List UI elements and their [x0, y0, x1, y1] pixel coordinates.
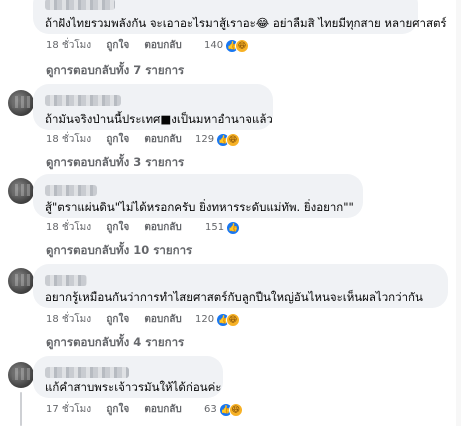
view-replies-link[interactable]: ดูการตอบกลับทั้ง 10 รายการ — [46, 242, 192, 260]
like-button[interactable]: ถูกใจ — [106, 222, 129, 233]
view-replies-link[interactable]: ดูการตอบกลับทั้ง 7 รายการ — [46, 62, 184, 80]
like-icon: 👍 — [226, 221, 241, 235]
scrollbar[interactable] — [456, 0, 461, 426]
reply-button[interactable]: ตอบกลับ — [144, 134, 181, 145]
view-replies-link[interactable]: ดูการตอบกลับทั้ง 3 รายการ — [46, 154, 184, 172]
comment-text: แก้คำสาบพระเจ้าวรมันให้ได้ก่อนค่ะ — [45, 380, 222, 394]
comment-meta: 18 ชั่วโมง ถูกใจ ตอบกลับ — [46, 132, 194, 148]
comment-bubble: สู้"ตราแผ่นดิน"ไม่ได้หรอกครับ ยิ่งทหารระ… — [33, 174, 363, 218]
comment-meta: 18 ชั่วโมง ถูกใจ ตอบกลับ — [46, 38, 194, 54]
reaction-count: 151 — [205, 222, 225, 233]
avatar[interactable] — [8, 178, 34, 204]
comment-time[interactable]: 18 ชั่วโมง — [46, 40, 91, 51]
like-button[interactable]: ถูกใจ — [106, 404, 129, 415]
commenter-name[interactable] — [45, 91, 261, 106]
reply-button[interactable]: ตอบกลับ — [144, 40, 181, 51]
avatar[interactable] — [8, 268, 34, 294]
commenter-name[interactable] — [45, 363, 211, 378]
view-replies-link[interactable]: ดูการตอบกลับทั้ง 4 รายการ — [46, 334, 184, 352]
reaction-count: 140 — [204, 40, 224, 51]
comment-text: อยากรู้เหมือนกันว่าการทำไสยศาสตร์กับลูกป… — [45, 290, 423, 304]
reaction-summary[interactable]: 63 👍 😆 — [204, 402, 243, 418]
like-button[interactable]: ถูกใจ — [106, 314, 129, 325]
like-button[interactable]: ถูกใจ — [106, 134, 129, 145]
reaction-summary[interactable]: 140 👍 😆 — [204, 38, 250, 54]
haha-icon: 😆 — [226, 133, 241, 147]
haha-icon: 😆 — [235, 39, 250, 53]
comment-text: ถ้าฝังไทยรวมพลังกัน จะเอาอะไรมาสู้เราอะ😂… — [45, 16, 447, 30]
comment-bubble: อยากรู้เหมือนกันว่าการทำไสยศาสตร์กับลูกป… — [33, 264, 448, 308]
comment-meta: 18 ชั่วโมง ถูกใจ ตอบกลับ — [46, 312, 194, 328]
comment-text: สู้"ตราแผ่นดิน"ไม่ได้หรอกครับ ยิ่งทหารระ… — [45, 200, 354, 214]
comment-time[interactable]: 18 ชั่วโมง — [46, 134, 91, 145]
reaction-summary[interactable]: 120 👍 😆 — [195, 312, 241, 328]
reaction-summary[interactable]: 151 👍 — [205, 220, 241, 236]
commenter-name[interactable] — [45, 271, 436, 286]
haha-icon: 😆 — [226, 313, 241, 327]
reaction-count: 63 — [204, 404, 217, 415]
comment-meta: 17 ชั่วโมง ถูกใจ ตอบกลับ — [46, 402, 194, 418]
comment-time[interactable]: 18 ชั่วโมง — [46, 222, 91, 233]
reaction-count: 129 — [195, 134, 215, 145]
comment-time[interactable]: 18 ชั่วโมง — [46, 314, 91, 325]
reply-button[interactable]: ตอบกลับ — [144, 314, 181, 325]
reaction-summary[interactable]: 129 👍 😆 — [195, 132, 241, 148]
comment-text: ถ้ามันจริงป่านนี้ประเทศ■งเป็นมหาอำนาจแล้… — [45, 112, 273, 126]
reply-button[interactable]: ตอบกลับ — [144, 222, 181, 233]
commenter-name[interactable] — [45, 0, 406, 10]
comment-bubble: แก้คำสาบพระเจ้าวรมันให้ได้ก่อนค่ะ — [33, 356, 223, 398]
like-button[interactable]: ถูกใจ — [106, 40, 129, 51]
avatar[interactable] — [8, 362, 34, 388]
comment-time[interactable]: 17 ชั่วโมง — [46, 404, 91, 415]
comment-bubble: ถ้ามันจริงป่านนี้ประเทศ■งเป็นมหาอำนาจแล้… — [33, 84, 273, 130]
reply-button[interactable]: ตอบกลับ — [144, 404, 181, 415]
comment-meta: 18 ชั่วโมง ถูกใจ ตอบกลับ — [46, 220, 194, 236]
comment-bubble: ถ้าฝังไทยรวมพลังกัน จะเอาอะไรมาสู้เราอะ😂… — [33, 0, 447, 34]
avatar[interactable] — [8, 90, 34, 116]
thread-line — [20, 392, 22, 426]
reaction-count: 120 — [195, 314, 215, 325]
haha-icon: 😆 — [228, 403, 243, 417]
commenter-name[interactable] — [45, 181, 351, 196]
